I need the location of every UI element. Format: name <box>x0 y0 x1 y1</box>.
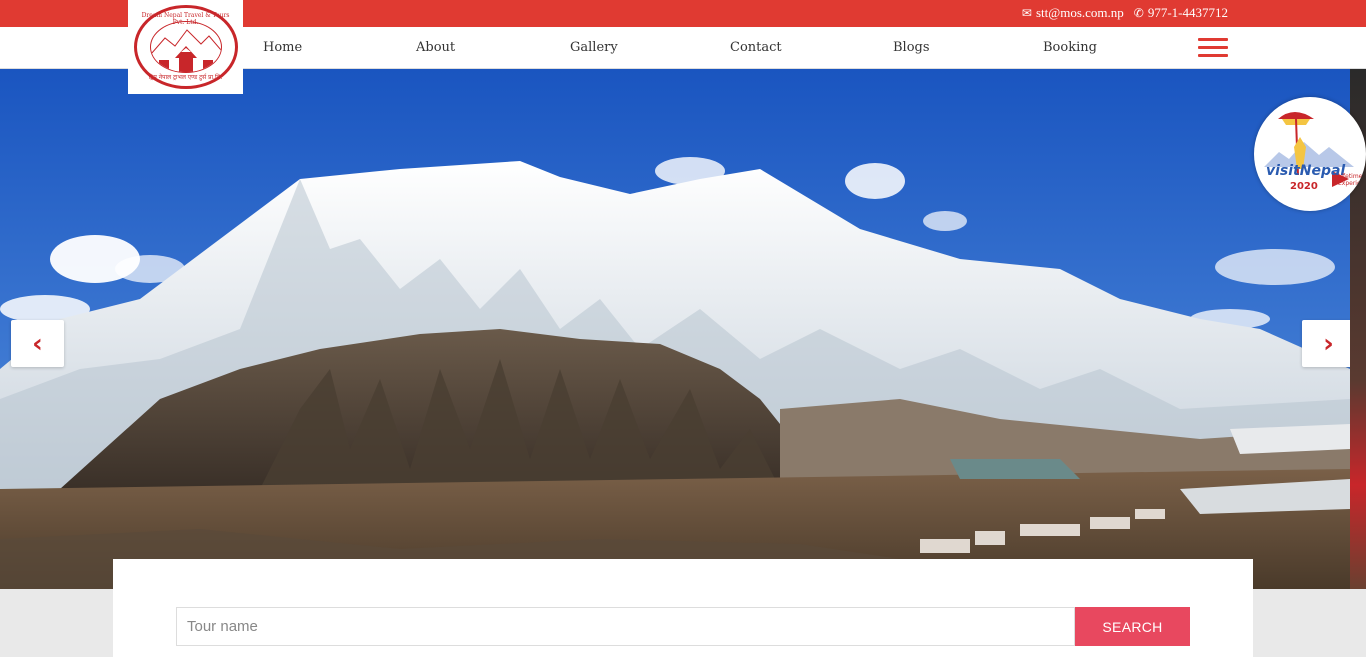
hero-mountain-image <box>0 69 1350 589</box>
nav-booking[interactable]: Booking <box>1043 40 1097 55</box>
nav-gallery[interactable]: Gallery <box>570 40 618 55</box>
logo-emblem: Dream Nepal Travel & Tours Pvt. Ltd. ड्र… <box>133 5 238 89</box>
tour-search-input[interactable] <box>176 607 1075 646</box>
logo-text-top: Dream Nepal Travel & Tours Pvt. Ltd. <box>141 12 230 26</box>
chevron-left-icon: ‹ <box>32 328 43 359</box>
phone-text: 977-1-4437712 <box>1147 5 1228 20</box>
nav-home[interactable]: Home <box>263 40 302 55</box>
hamburger-menu-icon[interactable] <box>1198 38 1228 58</box>
badge-tagline: Lifetime Experiences <box>1338 173 1366 187</box>
phone-link[interactable]: ✆ 977-1-4437712 <box>1134 5 1228 21</box>
site-logo[interactable]: Dream Nepal Travel & Tours Pvt. Ltd. ड्र… <box>128 0 243 94</box>
slider-prev-button[interactable]: ‹ <box>11 320 64 367</box>
email-text: stt@mos.com.np <box>1035 5 1124 20</box>
nav-contact[interactable]: Contact <box>730 40 782 55</box>
email-link[interactable]: ✉ stt@mos.com.np <box>1022 5 1124 21</box>
visit-nepal-logo-icon <box>1264 112 1354 187</box>
envelope-icon: ✉ <box>1021 6 1032 20</box>
search-button[interactable]: SEARCH <box>1075 607 1190 646</box>
phone-icon: ✆ <box>1133 6 1144 20</box>
hero-slider: ‹ › <box>0 69 1350 589</box>
nav-blogs[interactable]: Blogs <box>893 40 930 55</box>
chevron-right-icon: › <box>1323 328 1334 359</box>
logo-text-bottom: ड्रिम नेपाल ट्राभल एण्ड टुर्स प्रा.लि. <box>148 74 223 81</box>
slider-next-button[interactable]: › <box>1302 320 1350 367</box>
mountain-temple-icon <box>149 21 222 73</box>
badge-title: visitNepal <box>1266 163 1346 179</box>
contact-info: ✉ stt@mos.com.np ✆ 977-1-4437712 <box>1022 5 1228 21</box>
visit-nepal-badge[interactable]: visitNepal 2020 Lifetime Experiences <box>1254 97 1366 211</box>
badge-year: 2020 <box>1290 181 1318 192</box>
nav-about[interactable]: About <box>416 40 455 55</box>
